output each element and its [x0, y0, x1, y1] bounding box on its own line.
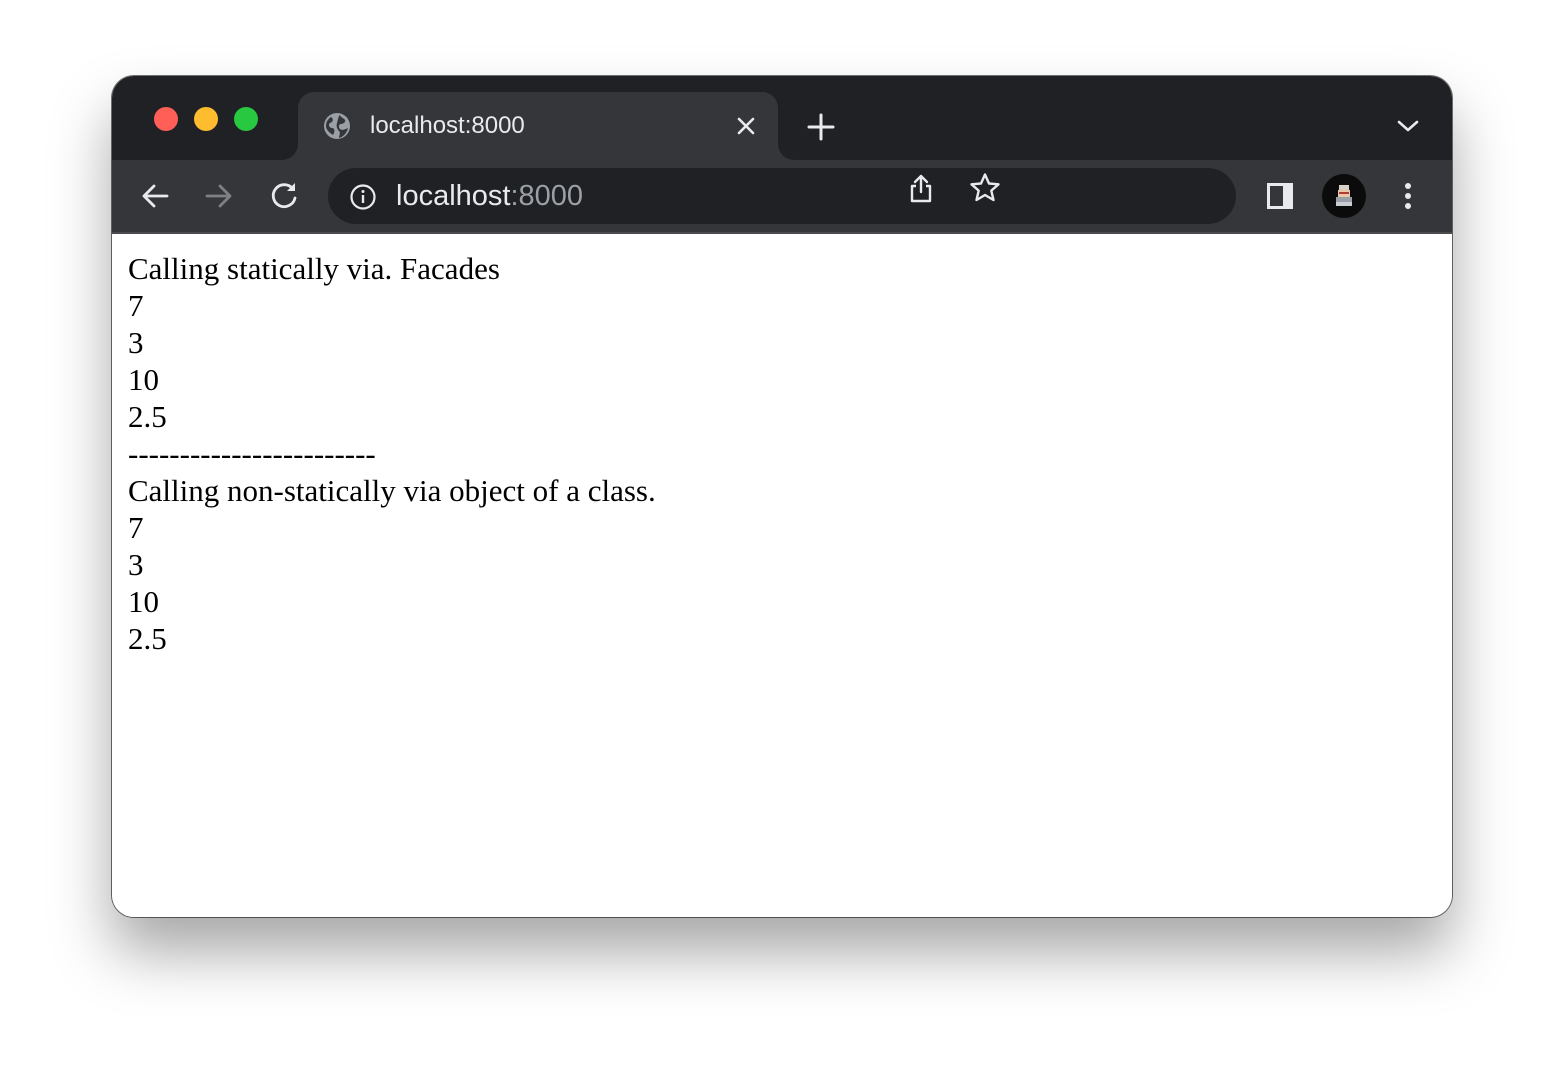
minimize-window-button[interactable] — [194, 107, 218, 131]
info-icon[interactable] — [348, 182, 378, 212]
browser-tab[interactable]: localhost:8000 — [298, 92, 778, 160]
back-arrow-icon[interactable] — [137, 178, 173, 214]
heading-static: Calling statically via. Facades — [128, 251, 500, 286]
output-line: 3 — [128, 325, 144, 360]
output-line: 7 — [128, 288, 144, 323]
tab-strip: localhost:8000 — [112, 76, 1452, 160]
profile-avatar[interactable] — [1322, 174, 1366, 218]
url-text[interactable]: localhost:8000 — [396, 179, 583, 213]
close-tab-icon[interactable] — [734, 114, 758, 138]
more-menu-icon[interactable] — [1394, 178, 1422, 214]
page-content: Calling statically via. Facades 7 3 10 2… — [112, 234, 1452, 917]
output-line: 10 — [128, 584, 159, 619]
avatar-image — [1336, 185, 1352, 206]
reload-icon[interactable] — [266, 178, 302, 214]
side-panel-icon[interactable] — [1264, 180, 1296, 212]
new-tab-icon[interactable] — [806, 112, 836, 142]
zoom-window-button[interactable] — [234, 107, 258, 131]
star-icon[interactable] — [968, 171, 1002, 205]
output-line: 2.5 — [128, 621, 167, 656]
url-host: localhost — [396, 180, 511, 212]
separator-line: ------------------------ — [128, 436, 376, 471]
output-line: 7 — [128, 510, 144, 545]
url-port: :8000 — [510, 180, 584, 212]
page-output: Calling statically via. Facades 7 3 10 2… — [128, 250, 656, 657]
browser-toolbar: localhost:8000 — [112, 160, 1452, 234]
share-icon[interactable] — [904, 172, 938, 206]
output-line: 2.5 — [128, 399, 167, 434]
output-line: 3 — [128, 547, 144, 582]
close-window-button[interactable] — [154, 107, 178, 131]
heading-non-static: Calling non-statically via object of a c… — [128, 473, 656, 508]
tab-list-chevron-icon[interactable] — [1394, 116, 1422, 136]
tab-title: localhost:8000 — [370, 112, 525, 139]
globe-icon — [324, 113, 350, 139]
browser-window: localhost:8000 localhost:8000 Calling st… — [112, 76, 1452, 917]
address-bar[interactable]: localhost:8000 — [328, 168, 1236, 224]
output-line: 10 — [128, 362, 159, 397]
forward-arrow-icon[interactable] — [201, 178, 237, 214]
